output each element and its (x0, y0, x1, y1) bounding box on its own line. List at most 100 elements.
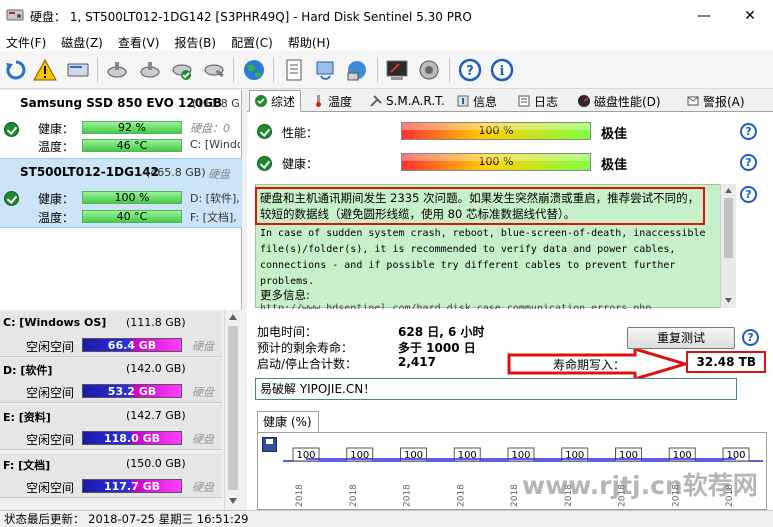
health-bar: 92 % (82, 121, 182, 134)
menu-bar: 文件(F) 磁盘(Z) 查看(V) 报告(B) 配置(C) 帮助(H) (0, 31, 773, 51)
check-icon (4, 191, 19, 206)
disk-icon[interactable] (64, 56, 92, 84)
retest-button[interactable]: 重复测试 (627, 327, 735, 349)
free-space-label: 空闲空间 (26, 433, 75, 447)
close-button[interactable]: ✕ (727, 0, 773, 31)
temp-label: 温度： (38, 211, 75, 225)
info-message-chinese: 硬盘和主机通讯期间发生 2335 次问题。如果发生突然崩溃或重启，推荐尝试不同的… (255, 187, 705, 225)
info-scrollbar[interactable] (720, 184, 736, 308)
x-tick-label: 2018 (349, 484, 359, 507)
performance-bar: 100 % (401, 122, 591, 140)
log-icon (518, 95, 530, 107)
toolbar-separator (233, 57, 234, 83)
partition-disk-label: 硬盘 (192, 433, 214, 446)
disk-cut-text: 硬盘 (208, 168, 230, 181)
tab-disk-performance[interactable]: 磁盘性能(D) (573, 90, 666, 112)
satellite-icon[interactable] (103, 56, 131, 84)
temp-label: 温度： (38, 140, 75, 154)
tab-info[interactable]: 信息 (452, 90, 502, 112)
free-space-bar: 117.7 GB (82, 479, 182, 493)
info-small-icon (457, 95, 469, 107)
menu-file[interactable]: 文件(F) (4, 31, 53, 51)
satellite-icon-2[interactable] (136, 56, 164, 84)
thermometer-icon (312, 95, 324, 107)
partition-item[interactable]: E: [资料] (142.7 GB) 空闲空间 118.0 GB 硬盘 (0, 405, 222, 450)
minimize-button[interactable]: — (681, 0, 727, 31)
health-label: 健康： (38, 192, 75, 206)
menu-view[interactable]: 查看(V) (116, 31, 167, 51)
remaining-life-label: 预计的剩余寿命： (257, 341, 354, 355)
tab-smart[interactable]: S.M.A.R.T. (365, 90, 450, 112)
tab-label: 信息 (473, 94, 498, 109)
terminal-icon[interactable] (383, 56, 411, 84)
partition-disk-label: 硬盘 (192, 340, 214, 353)
disk-name: ST500LT012-1DG142 (20, 165, 159, 179)
comment-input[interactable]: 易破解 YIPOJIE.CN！ (255, 378, 737, 400)
toolbar-separator (97, 57, 98, 83)
status-bar: 状态最后更新： 2018-07-25 星期三 16:51:29 (0, 510, 773, 527)
help-icon[interactable]: ? (456, 56, 484, 84)
health-label: 健康： (38, 122, 75, 136)
disk-size: (465.8 GB) (146, 166, 206, 179)
health-check-icon (257, 156, 272, 171)
free-space-bar: 66.4 GB (82, 338, 182, 352)
speaker-icon[interactable] (415, 56, 443, 84)
svg-text:?: ? (466, 64, 474, 79)
health-grade: 极佳 (601, 158, 628, 173)
gauge-icon (578, 95, 590, 107)
toolbar-separator (377, 57, 378, 83)
help-icon[interactable]: ? (740, 154, 757, 171)
tab-log[interactable]: 日志 (513, 90, 563, 112)
svg-text:i: i (500, 64, 505, 79)
performance-grade: 极佳 (601, 127, 628, 142)
satellite-check-icon[interactable] (168, 56, 196, 84)
performance-label: 性能： (282, 126, 319, 140)
help-icon[interactable]: ? (742, 329, 759, 346)
tab-alerts[interactable]: 警报(A) (682, 90, 750, 112)
free-space-bar: 118.0 GB (82, 431, 182, 445)
performance-check-icon (257, 124, 272, 139)
alert-icon (687, 95, 699, 107)
globe-icon[interactable] (240, 56, 268, 84)
warning-icon[interactable] (31, 56, 59, 84)
health-bar: 100 % (401, 153, 591, 171)
free-space-label: 空闲空间 (26, 481, 75, 495)
partition-item[interactable]: C: [Windows OS] (111.8 GB) 空闲空间 66.4 GB … (0, 312, 222, 357)
menu-config[interactable]: 配置(C) (229, 31, 280, 51)
tab-health-chart[interactable]: 健康 (%) (257, 411, 319, 433)
title-bar: 硬盘： 1, ST500LT012-1DG142 [S3PHR49Q] - Ha… (0, 0, 773, 31)
disk-item-samsung[interactable]: Samsung SSD 850 EVO 120GB (111.8 G 健康： 9… (0, 90, 242, 157)
partition-item[interactable]: D: [软件] (142.0 GB) 空闲空间 53.2 GB 硬盘 (0, 358, 222, 403)
help-icon[interactable]: ? (740, 186, 757, 203)
power-on-value: 628 日, 6 小时 (398, 325, 485, 339)
document-icon[interactable] (280, 56, 308, 84)
disk-item-seagate[interactable]: ST500LT012-1DG142 (465.8 GB) 硬盘 健康： 100 … (0, 158, 242, 228)
x-tick-label: 2018 (295, 484, 305, 507)
remaining-life-value: 多于 1000 日 (398, 341, 476, 355)
network-icon[interactable] (343, 56, 371, 84)
network-refresh-icon[interactable] (311, 56, 339, 84)
lifetime-writes-label: 寿命期写入： (553, 358, 626, 372)
check-icon (4, 122, 19, 137)
partition-list: C: [Windows OS] (111.8 GB) 空闲空间 66.4 GB … (0, 310, 242, 510)
partition-item[interactable]: F: [文档] (150.0 GB) 空闲空间 117.7 GB 硬盘 (0, 453, 222, 498)
tab-bar: 综述 温度 S.M.A.R.T. 信息 日志 磁盘性能(D) 警报(A) (247, 90, 773, 112)
tab-label: 温度 (328, 94, 353, 109)
info-icon[interactable]: i (488, 56, 516, 84)
partition-scrollbar[interactable] (224, 310, 241, 510)
partition-cut-text: C: [Windo (190, 138, 240, 151)
health-bar: 100 % (82, 191, 182, 204)
tab-label: 综述 (271, 94, 296, 109)
menu-help[interactable]: 帮助(H) (286, 31, 337, 51)
refresh-icon[interactable] (2, 56, 30, 84)
menu-disk[interactable]: 磁盘(Z) (59, 31, 110, 51)
tab-temperature[interactable]: 温度 (307, 90, 357, 112)
more-info-link[interactable]: http://www.hdsentinel.com/hard_disk_case… (260, 303, 700, 309)
help-icon[interactable]: ? (740, 123, 757, 140)
more-info-label: 更多信息: (260, 288, 310, 302)
menu-report[interactable]: 报告(B) (172, 31, 223, 51)
partition-size: (142.0 GB) (126, 362, 186, 375)
partition-name: D: [软件] (3, 364, 53, 377)
tab-overview[interactable]: 综述 (249, 90, 302, 112)
satellite-tool-icon[interactable] (200, 56, 228, 84)
